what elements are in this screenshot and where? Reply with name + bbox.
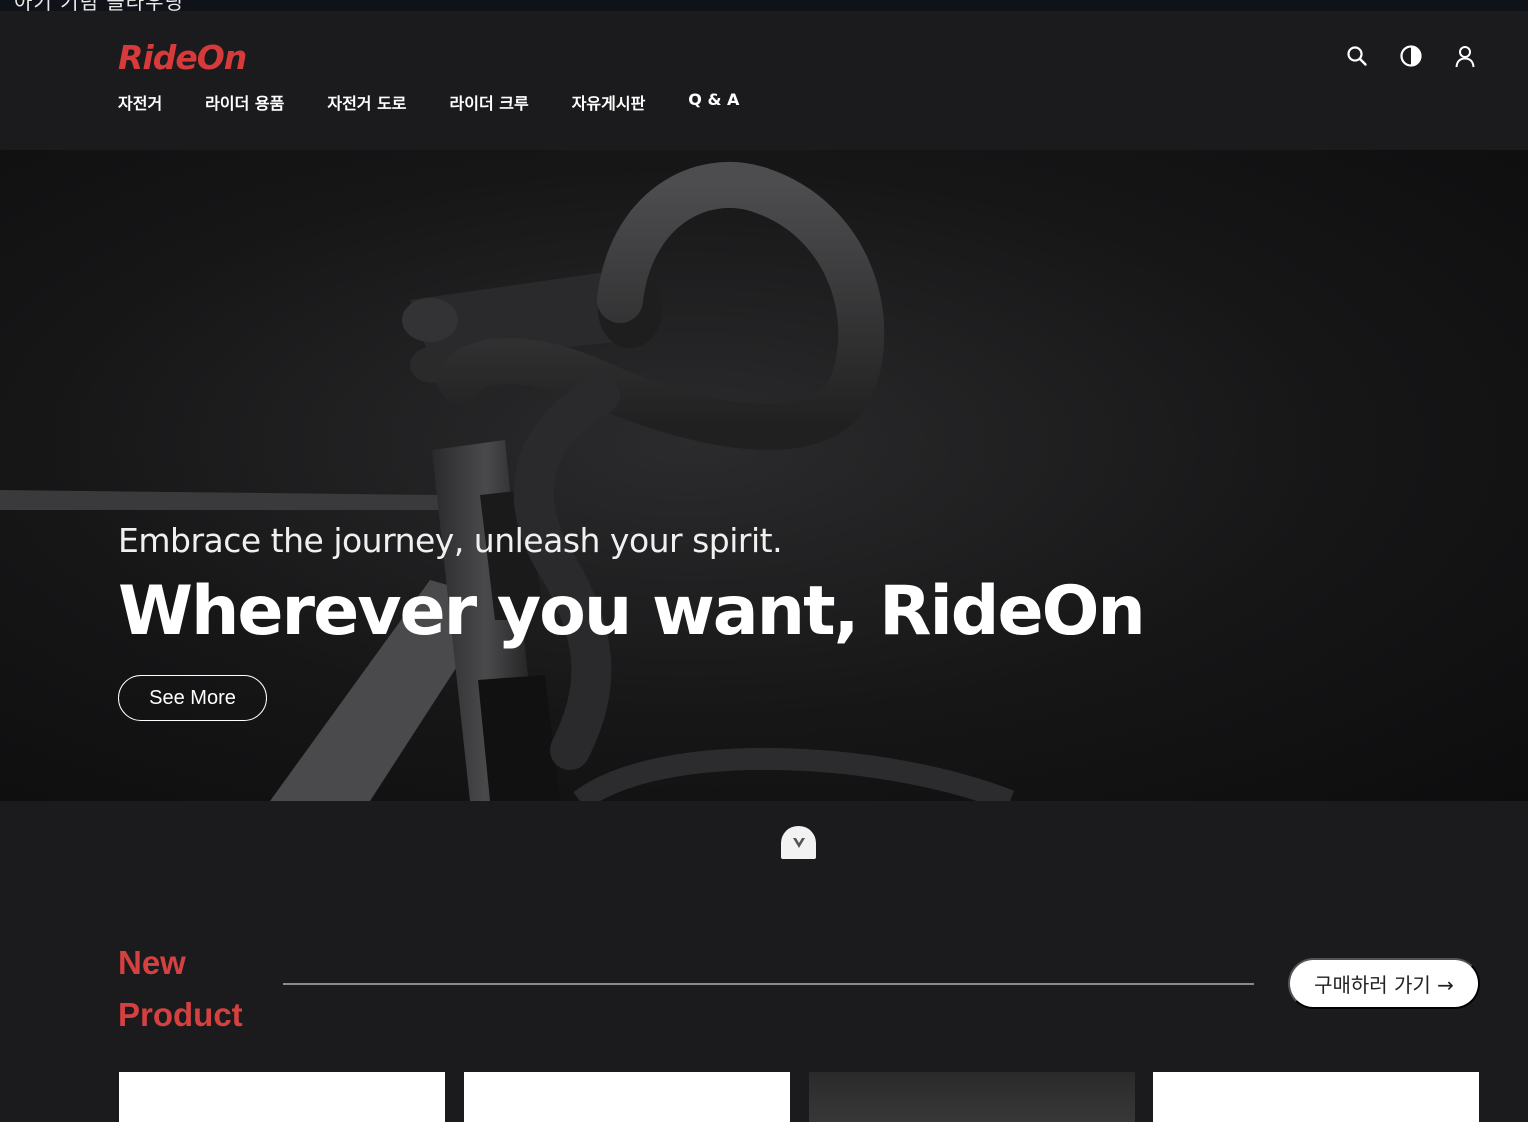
hero-subtitle: Embrace the journey, unleash your spirit… (118, 521, 783, 560)
site-header: RideOn 자전거 라이더 용품 자전거 도로 라이더 크루 자유게시판 Q … (0, 11, 1528, 150)
product-card[interactable] (464, 1072, 790, 1122)
product-cards (0, 1072, 1528, 1122)
section-divider (283, 983, 1254, 985)
new-product-title-line2: Product (118, 996, 243, 1033)
go-shopping-button[interactable]: 구매하러 가기 → (1288, 958, 1480, 1009)
main-nav: 자전거 라이더 용품 자전거 도로 라이더 크루 자유게시판 Q & A (118, 90, 782, 114)
new-product-title: New Product (118, 937, 243, 1041)
chevron-down-icon (792, 837, 805, 848)
hero-title: Wherever you want, RideOn (118, 572, 1146, 651)
nav-item-bike-road[interactable]: 자전거 도로 (327, 90, 406, 114)
page: 아기 기념 클라우딩 RideOn 자전거 라이더 용품 자전거 도로 라이더 … (0, 0, 1528, 1122)
new-product-title-line1: New (118, 944, 186, 981)
nav-item-qna[interactable]: Q & A (688, 90, 739, 114)
header-icons (1344, 43, 1478, 69)
nav-item-free-board[interactable]: 자유게시판 (572, 90, 646, 114)
search-icon[interactable] (1344, 43, 1370, 69)
hero-banner: Embrace the journey, unleash your spirit… (0, 150, 1528, 801)
nav-item-rider-crew[interactable]: 라이더 크루 (450, 90, 529, 114)
user-icon[interactable] (1452, 43, 1478, 69)
product-card[interactable] (119, 1072, 445, 1122)
nav-item-rider-gear[interactable]: 라이더 용품 (205, 90, 284, 114)
logo[interactable]: RideOn (118, 38, 247, 77)
see-more-button[interactable]: See More (118, 675, 267, 721)
theme-toggle-icon[interactable] (1398, 43, 1424, 69)
top-strip-text: 아기 기념 클라우딩 (14, 0, 184, 11)
top-strip: 아기 기념 클라우딩 (0, 0, 1528, 11)
nav-item-bicycle[interactable]: 자전거 (118, 90, 162, 114)
scroll-down-button[interactable] (781, 826, 816, 859)
product-card[interactable] (809, 1072, 1135, 1122)
product-card[interactable] (1153, 1072, 1479, 1122)
